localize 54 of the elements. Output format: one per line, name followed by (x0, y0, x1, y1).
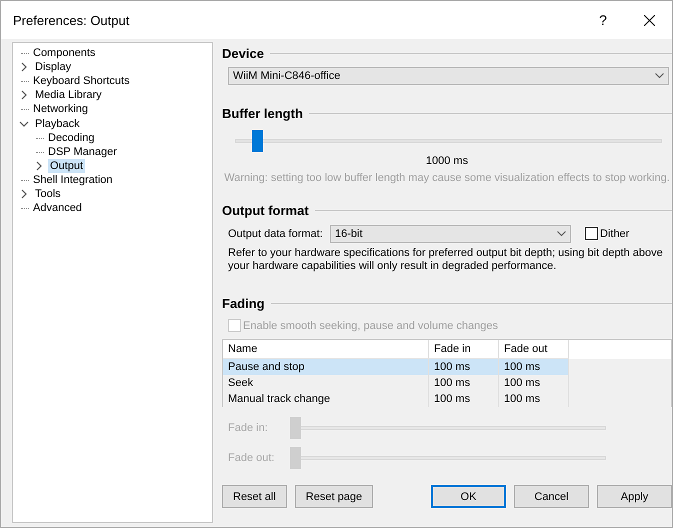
chevron-icon[interactable] (34, 160, 44, 171)
slider-label: Fade out: (228, 452, 276, 464)
format-dropdown[interactable]: 16-bit (330, 224, 571, 242)
table-cell[interactable]: 100 ms (499, 375, 569, 391)
chevron-icon[interactable] (19, 118, 29, 129)
tree-item[interactable]: Networking (31, 102, 90, 116)
dialog-button[interactable]: Cancel (514, 485, 589, 508)
tree-item[interactable]: Shell Integration (31, 172, 114, 187)
section-heading: Device (222, 46, 264, 60)
tree-item[interactable]: Display (33, 60, 74, 74)
caret-icon (557, 230, 566, 236)
dialog-button[interactable]: Reset all (222, 485, 287, 508)
table-cell[interactable]: 100 ms (429, 359, 499, 375)
tree-item[interactable]: Media Library (33, 88, 104, 102)
table-cell[interactable]: 100 ms (429, 375, 499, 391)
slider-label: Fade in: (228, 422, 269, 434)
device-dropdown[interactable]: WiiM Mini-C846-office (228, 67, 669, 85)
chevron-icon[interactable] (19, 62, 29, 72)
dialog-button[interactable]: Apply (597, 485, 672, 508)
buffer-reading: 1000 ms (424, 155, 470, 167)
warning-text: Warning: setting too low buffer length may cause some visualization effects to stop working. (223, 172, 671, 184)
section-heading: Fading (222, 296, 265, 310)
table-cell[interactable]: 100 ms (499, 391, 569, 407)
checkbox[interactable] (585, 227, 598, 240)
caret-icon (655, 73, 664, 79)
table-cell[interactable]: 100 ms (499, 359, 569, 375)
field-label: Output data format: (228, 228, 324, 240)
section-heading: Buffer length (222, 106, 303, 120)
tree-item[interactable]: Keyboard Shortcuts (31, 74, 132, 88)
checkbox-label[interactable]: Dither (600, 228, 630, 240)
help-button[interactable]: ? (580, 1, 626, 39)
fade-slider[interactable] (290, 417, 606, 439)
section-heading: Output format (222, 202, 309, 218)
table-cell[interactable]: Manual track change (223, 391, 429, 407)
tree-item[interactable]: DSP Manager (46, 144, 119, 159)
tree-item[interactable]: Decoding (46, 130, 96, 145)
window-title: Preferences: Output (13, 12, 130, 28)
info-text: Refer to your hardware specifications for preferred output bit depth; using bit depth above your hardware capabilities will only result in degraded performance. (227, 247, 664, 273)
dialog-button[interactable]: OK (431, 485, 506, 508)
fade-slider[interactable] (290, 447, 606, 469)
tree-item[interactable]: Output (48, 158, 86, 173)
close-icon[interactable] (644, 14, 654, 26)
table-cell[interactable]: 100 ms (429, 391, 499, 407)
chevron-icon[interactable] (19, 90, 29, 100)
tree-item[interactable]: Playback (33, 116, 82, 131)
table-cell[interactable]: Pause and stop (223, 359, 429, 375)
chevron-icon[interactable] (19, 188, 29, 199)
dialog-button[interactable]: Reset page (294, 485, 374, 508)
slider-thumb[interactable] (252, 130, 264, 152)
table-cell[interactable]: Seek (223, 375, 429, 391)
buffer-slider[interactable] (235, 130, 662, 152)
tree-item[interactable]: Components (31, 46, 98, 60)
tree-item[interactable]: Tools (33, 186, 63, 201)
tree-item[interactable]: Advanced (31, 201, 84, 216)
